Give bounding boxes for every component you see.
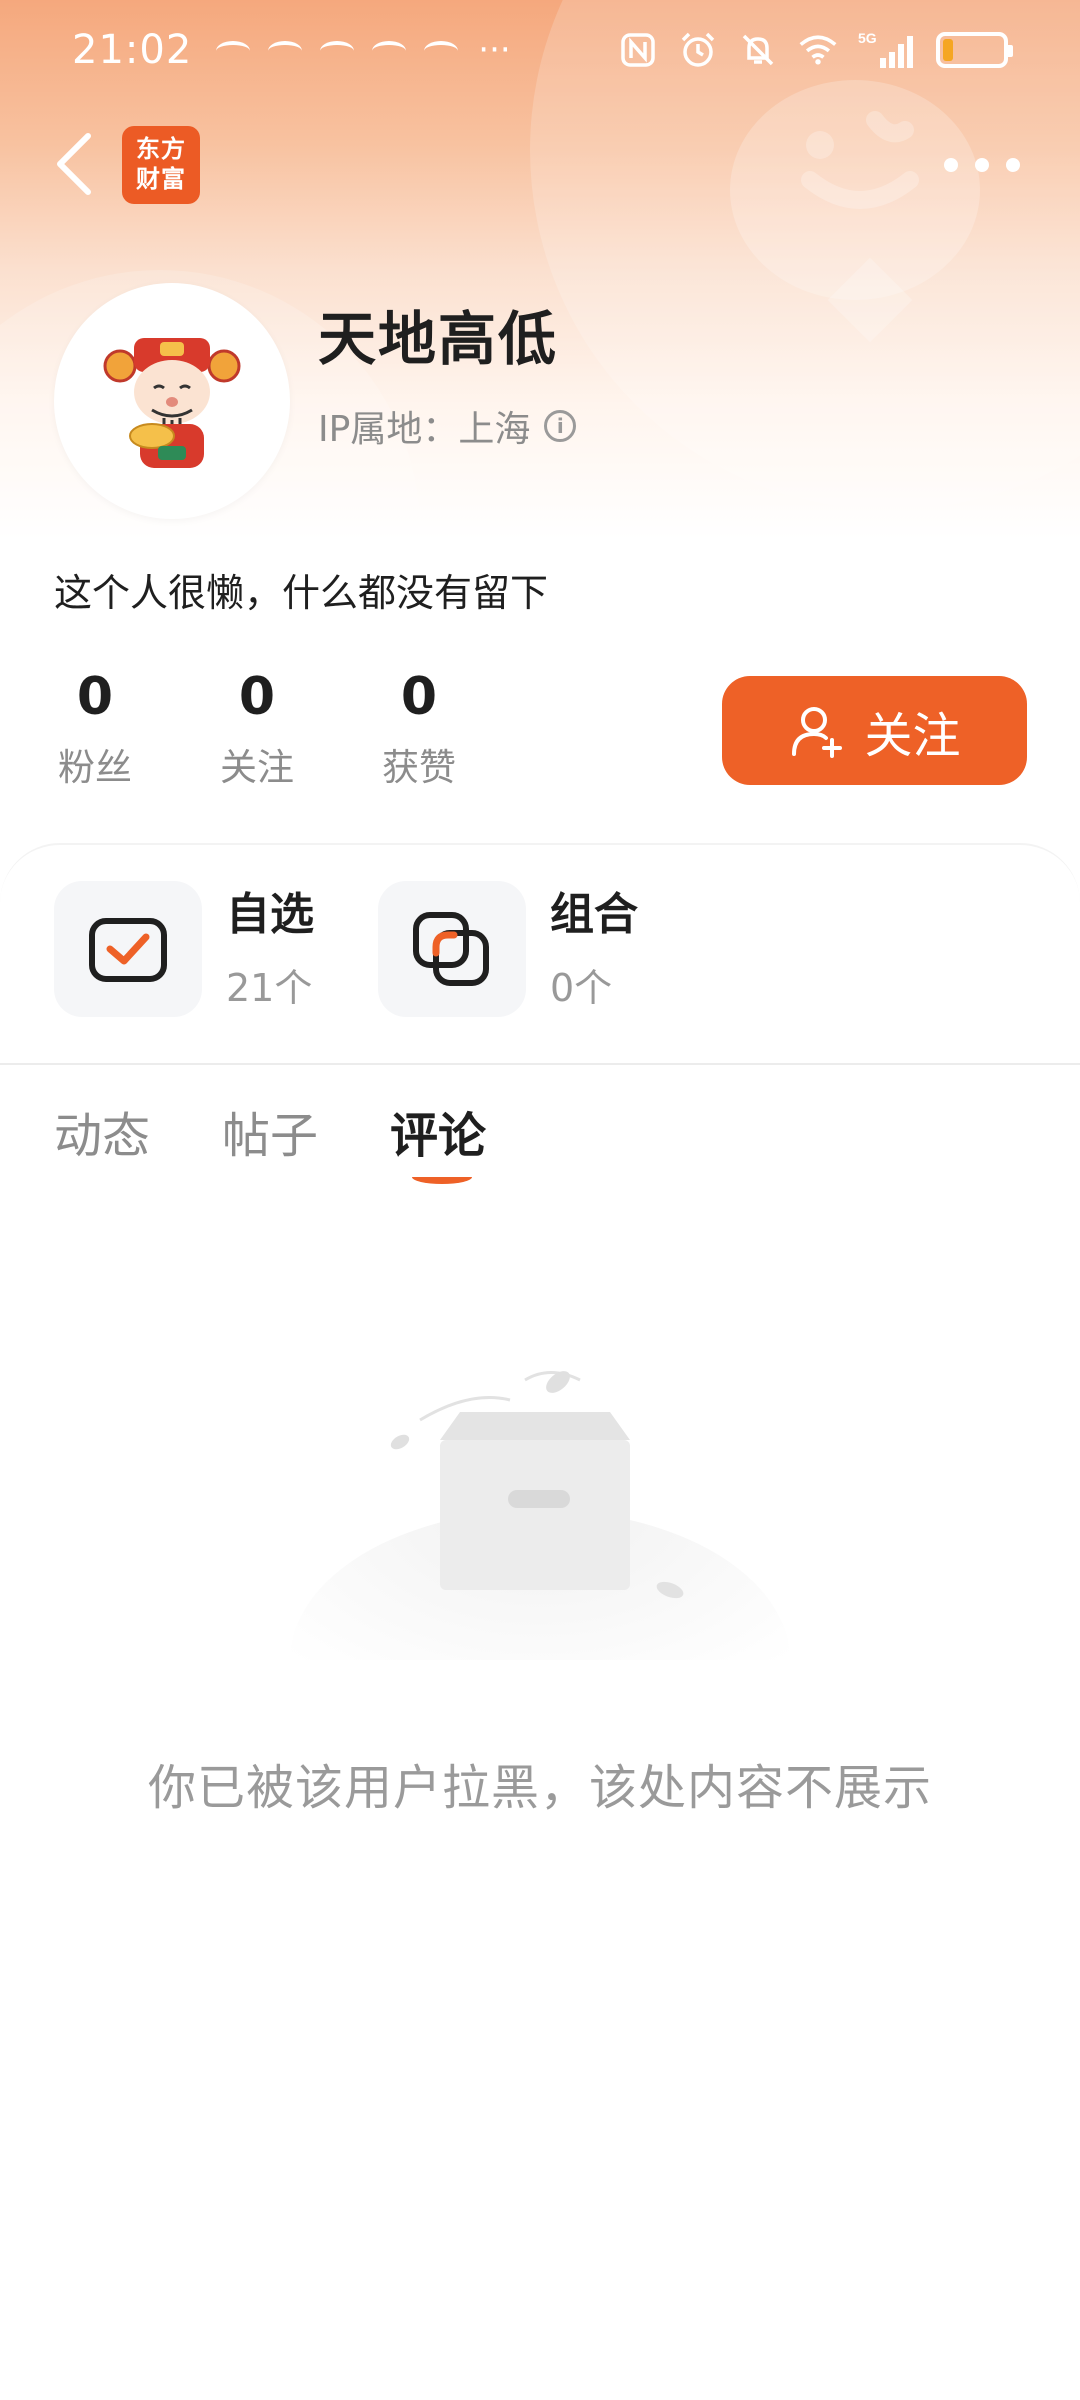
portfolio-count: 0个 — [550, 965, 613, 1010]
mute-bell-icon — [738, 30, 778, 70]
god-of-wealth-avatar-icon — [103, 338, 241, 468]
username: 天地高低 — [318, 305, 559, 373]
stat-value: 0 — [238, 667, 276, 727]
wifi-icon — [798, 30, 838, 70]
more-dot — [944, 158, 958, 172]
notification-icon — [214, 37, 252, 63]
smile-decor-icon — [801, 111, 919, 209]
watchlist-entry[interactable]: 自选 21个 — [54, 881, 314, 1017]
network-type: 5G — [858, 30, 877, 46]
follow-button-label: 关注 — [864, 707, 961, 764]
stat-likes[interactable]: 0 获赞 — [378, 665, 460, 791]
portfolio-icon-box — [378, 881, 526, 1017]
profile-page: 21:02 ··· 5G 东方 财富 天地高低 IP属地：上海 i 这个人很懒，… — [0, 0, 1080, 2400]
ip-location: IP属地：上海 i — [318, 400, 577, 452]
notification-icon — [370, 37, 408, 63]
stat-label: 关注 — [220, 746, 294, 789]
avatar[interactable] — [54, 283, 290, 519]
stat-label: 获赞 — [382, 746, 456, 789]
status-bar: 21:02 ··· 5G — [0, 0, 1080, 100]
bio: 这个人很懒，什么都没有留下 — [54, 571, 549, 615]
portfolio-icon — [413, 912, 489, 986]
app-logo[interactable]: 东方 财富 — [122, 126, 200, 204]
more-dot — [975, 158, 989, 172]
follow-button[interactable]: 关注 — [722, 676, 1027, 785]
tab-comments[interactable]: 评论 — [390, 1096, 487, 1184]
logo-line-2: 财富 — [136, 165, 186, 193]
notification-icon — [422, 37, 460, 63]
active-tab-indicator — [412, 1170, 473, 1184]
chevron-left-icon — [57, 133, 91, 195]
stats-row: 0 粉丝 0 关注 0 获赞 — [54, 665, 460, 791]
more-dot — [1006, 158, 1020, 172]
add-user-icon — [792, 706, 843, 758]
portfolio-entry[interactable]: 组合 0个 — [378, 881, 638, 1017]
stat-value: 0 — [400, 667, 438, 727]
stat-following[interactable]: 0 关注 — [216, 665, 298, 791]
stat-value: 0 — [76, 667, 114, 727]
signal-icon: 5G — [858, 30, 916, 70]
assets-card: 自选 21个 组合 0个 — [0, 843, 1080, 1063]
section-divider — [0, 1063, 1080, 1065]
notification-icon — [318, 37, 356, 63]
notification-icon — [266, 37, 304, 63]
info-icon[interactable]: i — [544, 410, 577, 442]
watchlist-text: 自选 21个 — [226, 887, 314, 1012]
stat-followers[interactable]: 0 粉丝 — [54, 665, 136, 791]
more-button[interactable] — [944, 150, 1020, 180]
watchlist-icon — [89, 918, 167, 982]
status-more: ··· — [478, 30, 511, 70]
portfolio-title: 组合 — [550, 888, 638, 940]
portfolio-text: 组合 0个 — [550, 887, 638, 1012]
battery-icon — [936, 32, 1013, 68]
stat-label: 粉丝 — [58, 746, 132, 789]
notification-icons: ··· — [214, 30, 511, 70]
empty-box-icon — [290, 1371, 790, 1660]
ip-location-text: IP属地：上海 — [318, 409, 531, 450]
status-time: 21:02 — [72, 27, 193, 73]
tab-activity[interactable]: 动态 — [54, 1096, 150, 1166]
watchlist-count: 21个 — [226, 965, 313, 1010]
battery-level — [943, 39, 954, 61]
empty-state-message: 你已被该用户拉黑，该处内容不展示 — [147, 1760, 932, 1816]
back-button[interactable] — [48, 128, 104, 200]
status-right-icons: 5G — [618, 30, 1013, 70]
nfc-icon — [618, 30, 658, 70]
watchlist-title: 自选 — [226, 888, 314, 940]
content-tabs: 动态 帖子 评论 — [54, 1096, 487, 1184]
tab-posts[interactable]: 帖子 — [222, 1096, 318, 1166]
watchlist-icon-box — [54, 881, 202, 1017]
alarm-icon — [678, 30, 718, 70]
logo-line-1: 东方 — [136, 135, 186, 163]
tab-comments-label: 评论 — [390, 1108, 487, 1164]
